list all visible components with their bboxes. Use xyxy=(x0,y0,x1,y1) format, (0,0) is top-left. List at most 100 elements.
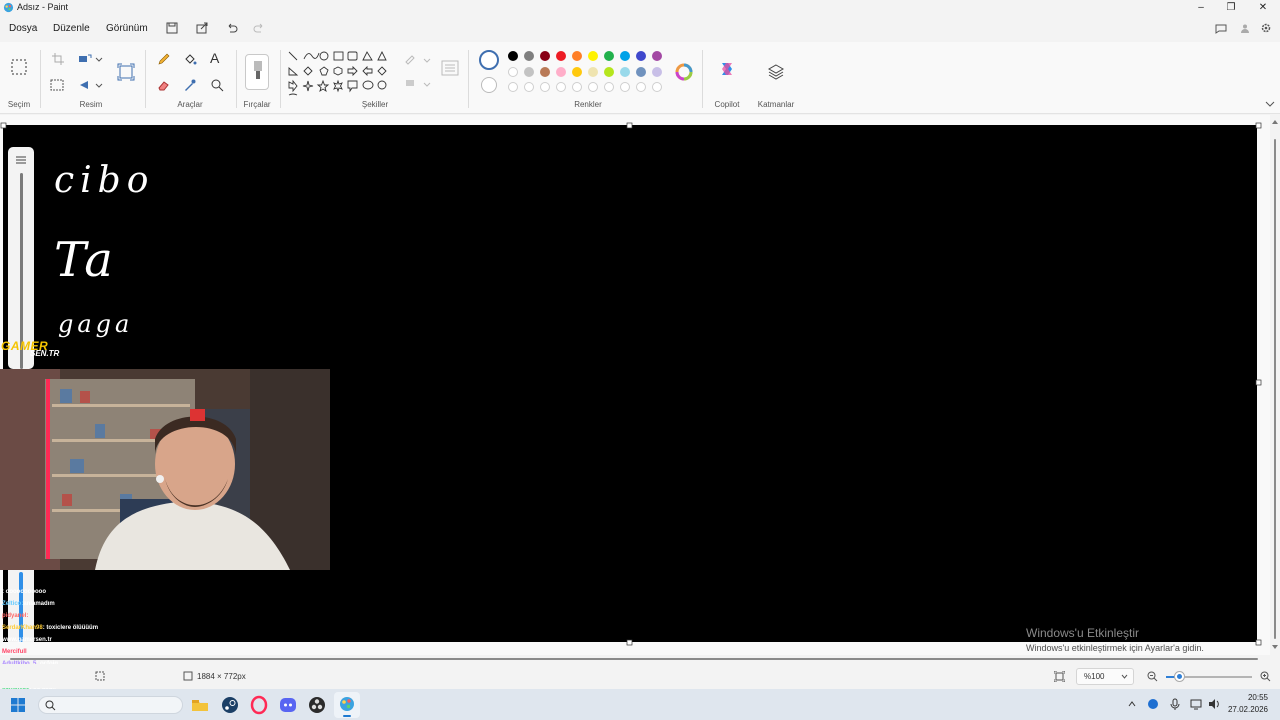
ribbon-separator xyxy=(40,50,41,108)
rotate-icon[interactable] xyxy=(78,79,92,91)
custom-color-slot[interactable] xyxy=(556,82,566,92)
color-swatch[interactable] xyxy=(508,67,518,77)
steam-icon[interactable] xyxy=(220,695,240,715)
taskbar-clock-time[interactable]: 20:55 xyxy=(1238,693,1268,702)
close-button[interactable]: ✕ xyxy=(1248,0,1278,16)
color-swatch[interactable] xyxy=(588,67,598,77)
color-swatch[interactable] xyxy=(604,67,614,77)
minimize-button[interactable]: – xyxy=(1186,0,1216,16)
copilot-icon[interactable] xyxy=(718,60,736,78)
scroll-down-icon[interactable] xyxy=(1271,644,1279,650)
vertical-scrollbar[interactable] xyxy=(1270,125,1280,645)
custom-color-slot[interactable] xyxy=(508,82,518,92)
taskbar-search-box[interactable] xyxy=(38,696,183,714)
shapes-gallery[interactable] xyxy=(286,50,396,98)
obs-studio-icon[interactable] xyxy=(307,695,327,715)
zoom-slider-thumb[interactable] xyxy=(1175,672,1184,681)
magnifier-icon[interactable] xyxy=(210,78,224,92)
color-swatch[interactable] xyxy=(652,51,662,61)
color-picker-icon[interactable] xyxy=(183,78,197,92)
fit-to-window-icon[interactable] xyxy=(1054,671,1065,682)
layers-group-label: Katmanlar xyxy=(757,100,795,109)
microphone-icon[interactable] xyxy=(1170,698,1180,710)
image-select-icon[interactable] xyxy=(50,79,64,91)
crop-icon[interactable] xyxy=(52,53,64,65)
color-swatch[interactable] xyxy=(556,51,566,61)
maximize-button[interactable]: ❐ xyxy=(1216,0,1246,16)
scroll-up-icon[interactable] xyxy=(1271,119,1279,125)
ribbon-collapse-chevron-icon[interactable] xyxy=(1265,100,1275,108)
discord-icon[interactable] xyxy=(278,695,298,715)
color-swatch[interactable] xyxy=(524,51,534,61)
share-icon[interactable] xyxy=(195,21,209,35)
color-swatch[interactable] xyxy=(540,51,550,61)
feedback-icon[interactable] xyxy=(1215,22,1227,34)
file-explorer-icon[interactable] xyxy=(190,695,210,715)
brush-size-icon xyxy=(16,156,26,164)
custom-color-slot[interactable] xyxy=(540,82,550,92)
tray-app-icon[interactable] xyxy=(1147,698,1159,710)
color-swatch[interactable] xyxy=(540,67,550,77)
primary-color-swatch[interactable] xyxy=(479,50,499,70)
settings-gear-icon[interactable] xyxy=(1260,22,1272,34)
shape-size-icon[interactable] xyxy=(441,60,459,76)
windows-activation-subtitle: Windows'u etkinleştirmek için Ayarlar'a … xyxy=(1026,643,1204,653)
windows-start-icon[interactable] xyxy=(10,697,26,713)
network-icon[interactable] xyxy=(1190,698,1202,710)
chat-username: pidyanel: xyxy=(2,613,29,619)
color-swatch[interactable] xyxy=(620,67,630,77)
text-tool-icon[interactable]: A xyxy=(210,50,219,66)
menu-file[interactable]: Dosya xyxy=(9,23,37,34)
taskbar-clock-date[interactable]: 27.02.2026 xyxy=(1222,705,1268,714)
chevron-down-icon[interactable] xyxy=(95,55,103,63)
paint-taskbar-button-active[interactable] xyxy=(334,692,360,718)
zoom-dropdown[interactable]: %100 xyxy=(1076,668,1134,685)
image-transform-icon[interactable] xyxy=(117,63,135,81)
zoom-out-icon[interactable] xyxy=(1147,671,1158,682)
custom-color-slot[interactable] xyxy=(604,82,614,92)
tray-chevron-up-icon[interactable] xyxy=(1128,700,1136,708)
edit-colors-icon[interactable] xyxy=(675,63,693,81)
account-icon[interactable] xyxy=(1240,23,1250,33)
zoom-in-icon[interactable] xyxy=(1260,671,1271,682)
chevron-down-icon[interactable] xyxy=(95,81,103,89)
custom-color-slot[interactable] xyxy=(652,82,662,92)
custom-color-slot[interactable] xyxy=(620,82,630,92)
redo-icon[interactable] xyxy=(252,21,266,35)
color-swatch[interactable] xyxy=(620,51,630,61)
custom-color-slot[interactable] xyxy=(524,82,534,92)
opera-gx-icon[interactable] xyxy=(249,695,269,715)
ribbon-separator xyxy=(468,50,469,108)
custom-color-slot[interactable] xyxy=(636,82,646,92)
volume-icon[interactable] xyxy=(1208,698,1220,710)
undo-icon[interactable] xyxy=(225,21,239,35)
save-icon[interactable] xyxy=(165,21,179,35)
color-swatch[interactable] xyxy=(508,51,518,61)
color-swatch[interactable] xyxy=(588,51,598,61)
rectangle-select-icon[interactable] xyxy=(10,58,28,76)
color-swatch[interactable] xyxy=(572,51,582,61)
color-swatch[interactable] xyxy=(652,67,662,77)
ribbon-separator xyxy=(280,50,281,108)
color-swatch[interactable] xyxy=(636,67,646,77)
color-swatch[interactable] xyxy=(604,51,614,61)
color-swatch[interactable] xyxy=(524,67,534,77)
eraser-icon[interactable] xyxy=(157,78,171,92)
menu-edit[interactable]: Düzenle xyxy=(53,23,90,34)
color-swatch[interactable] xyxy=(572,67,582,77)
menu-view[interactable]: Görünüm xyxy=(106,23,148,34)
brushes-button[interactable] xyxy=(245,54,269,90)
pencil-icon[interactable] xyxy=(157,52,171,66)
chat-username: SerdarKhan98 xyxy=(2,625,43,631)
layers-icon[interactable] xyxy=(767,63,785,81)
horizontal-scrollbar[interactable] xyxy=(0,655,1270,663)
shape-outline-fill-icons[interactable] xyxy=(404,52,432,92)
color-swatch[interactable] xyxy=(556,67,566,77)
brush-icon xyxy=(254,61,262,79)
secondary-color-swatch[interactable] xyxy=(481,77,497,93)
custom-color-slot[interactable] xyxy=(588,82,598,92)
resize-icon[interactable] xyxy=(78,53,92,65)
fill-bucket-icon[interactable] xyxy=(183,52,197,66)
color-swatch[interactable] xyxy=(636,51,646,61)
custom-color-slot[interactable] xyxy=(572,82,582,92)
